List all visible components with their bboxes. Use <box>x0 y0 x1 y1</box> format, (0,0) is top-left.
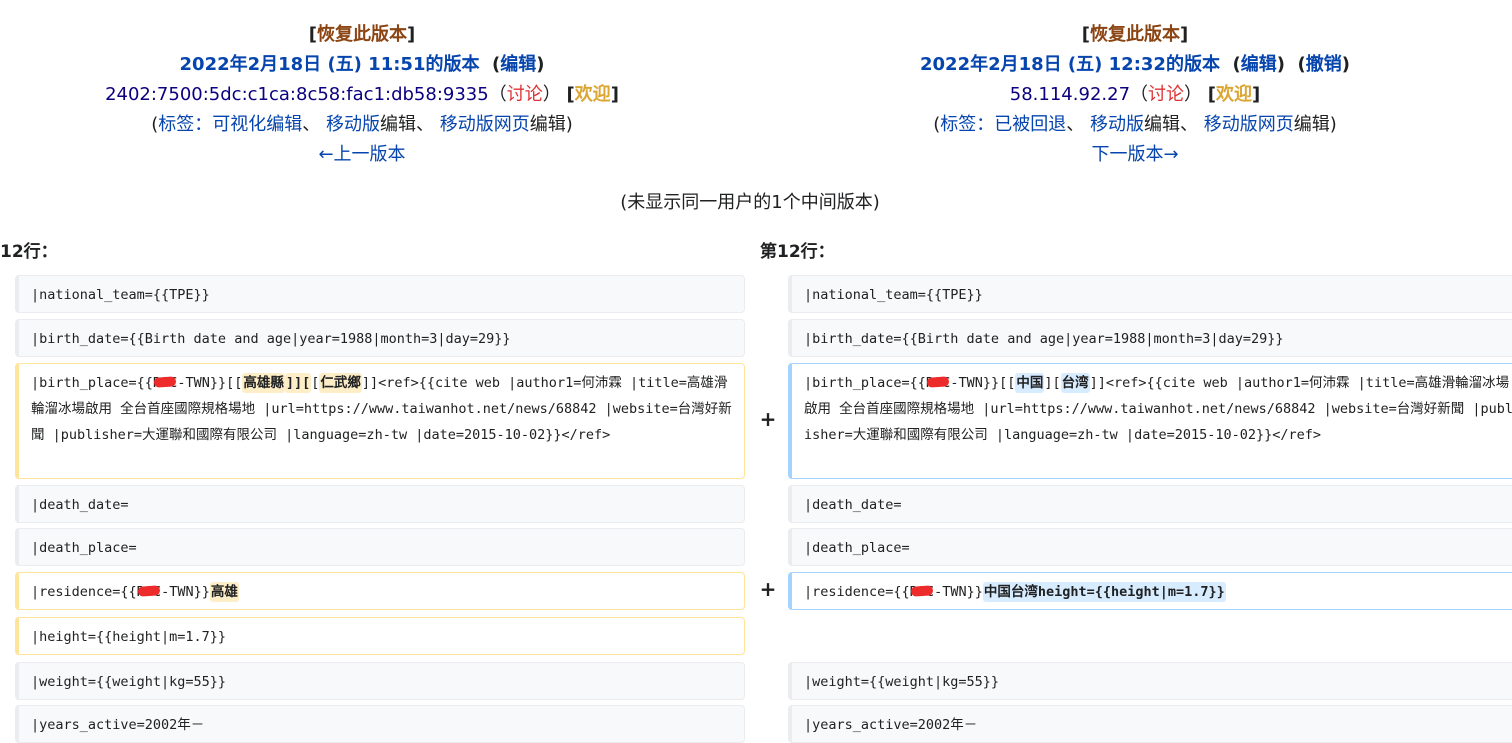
added-line-marker: + <box>759 577 777 601</box>
revision-title: 2022年2月18日 (五) 11:51的版本 (编辑) <box>179 54 545 75</box>
left-line-number: 第12行： <box>0 242 58 262</box>
tag-link[interactable]: 已被回退 <box>994 114 1066 135</box>
tag-suffix: 编辑 <box>529 114 566 135</box>
next-revision-link[interactable]: 下一版本→ <box>1091 144 1178 165</box>
left-diff-context-line: |weight={{weight|kg=55}} <box>15 662 745 700</box>
changed-text: 中国台湾height={{height|m=1.7}} <box>982 582 1226 602</box>
line-text: |national_team={{TPE}} <box>31 287 210 303</box>
right-diff-context-line: |death_place= <box>788 528 1512 566</box>
tag-link[interactable]: 移动版网页 <box>440 114 530 135</box>
line-text: |years_active=2002年－ <box>31 717 205 733</box>
changed-text: ]][ <box>284 373 312 393</box>
edit-link[interactable]: 编辑 <box>1241 54 1277 75</box>
revision-user-line: 58.114.92.27（讨论） [欢迎] <box>1009 84 1261 105</box>
changed-text: 高雄縣 <box>242 373 285 393</box>
line-text: -TWN}} <box>934 584 983 600</box>
redacted-text: ROC <box>153 370 177 396</box>
right-diff-context-line: |national_team={{TPE}} <box>788 275 1512 313</box>
revision-link[interactable]: 2022年2月18日 (五) 12:32的版本 <box>920 54 1220 75</box>
left-diff-deleted-line: |height={{height|m=1.7}} <box>15 617 745 655</box>
line-text: |birth_place={{ <box>31 375 153 391</box>
tag-link[interactable]: 移动版 <box>326 114 380 135</box>
previous-revision-link[interactable]: ←上一版本 <box>318 144 405 165</box>
right-diff-context-line: |years_active=2002年－ <box>788 705 1512 743</box>
line-text: -TWN}} <box>161 584 210 600</box>
user-link[interactable]: 58.114.92.27 <box>1010 84 1130 105</box>
talk-link[interactable]: 讨论 <box>507 84 543 105</box>
added-line-marker: + <box>759 407 777 431</box>
edit-link[interactable]: 编辑 <box>500 54 536 75</box>
line-text: |death_place= <box>31 540 137 556</box>
left-diff-context-line: |death_date= <box>15 485 745 523</box>
right-diff-context-line: |death_date= <box>788 485 1512 523</box>
line-text: |residence={{ <box>804 584 910 600</box>
line-text: |birth_date={{Birth date and age|year=19… <box>804 331 1284 347</box>
left-diff-context-line: |years_active=2002年－ <box>15 705 745 743</box>
line-text: |weight={{weight|kg=55}} <box>31 674 227 690</box>
restore-line: [恢复此版本] <box>308 24 416 45</box>
tags-line: (标签：可视化编辑、 移动版编辑、 移动版网页编辑) <box>151 114 573 135</box>
tag-suffix: 、 <box>1066 114 1090 135</box>
line-text: |national_team={{TPE}} <box>804 287 983 303</box>
revision-title: 2022年2月18日 (五) 12:32的版本 (编辑) (撤销) <box>920 54 1350 75</box>
tags-link[interactable]: 标签： <box>158 114 212 135</box>
welcome-link[interactable]: 欢迎 <box>575 84 611 105</box>
tag-link[interactable]: 可视化编辑 <box>212 114 302 135</box>
line-text: ][ <box>1044 375 1061 391</box>
line-text: -TWN}}[[ <box>177 375 243 391</box>
right-diff-context-line: |birth_date={{Birth date and age|year=19… <box>788 319 1512 357</box>
line-text: -TWN}}[[ <box>950 375 1016 391</box>
hidden-revisions-note: (未显示同一用户的1个中间版本) <box>620 192 880 213</box>
line-text: |years_active=2002年－ <box>804 717 978 733</box>
changed-text: 高雄 <box>209 582 239 602</box>
revision-link[interactable]: 2022年2月18日 (五) 11:51的版本 <box>180 54 480 75</box>
tag-link[interactable]: 移动版 <box>1090 114 1144 135</box>
tags-link[interactable]: 标签： <box>940 114 994 135</box>
left-diff-deleted-line: |birth_place={{ROC-TWN}}[[高雄縣]][[仁武鄉]]<r… <box>15 363 745 479</box>
right-line-number: 第12行： <box>760 242 835 262</box>
changed-text: 台湾 <box>1060 373 1090 393</box>
tag-suffix: 编辑 <box>1293 114 1330 135</box>
welcome-link[interactable]: 欢迎 <box>1216 84 1252 105</box>
changed-text: 中国 <box>1015 373 1045 393</box>
tag-link[interactable]: 移动版网页 <box>1204 114 1294 135</box>
left-diff-context-line: |national_team={{TPE}} <box>15 275 745 313</box>
redacted-text: ROC <box>910 579 934 605</box>
user-link[interactable]: 2402:7500:5dc:c1ca:8c58:fac1:db58:9335 <box>105 84 489 105</box>
right-revision-header: [恢复此版本] 2022年2月18日 (五) 12:32的版本 (编辑) (撤销… <box>765 20 1505 170</box>
redacted-text: ROC <box>926 370 950 396</box>
tag-suffix: 编辑、 <box>380 114 440 135</box>
line-text: |death_date= <box>804 497 902 513</box>
line-text: |death_place= <box>804 540 910 556</box>
restore-version-link[interactable]: 恢复此版本 <box>317 24 407 45</box>
redacted-text: ROC <box>137 579 161 605</box>
restore-version-link[interactable]: 恢复此版本 <box>1090 24 1180 45</box>
line-text: |height={{height|m=1.7}} <box>31 629 227 645</box>
left-diff-deleted-line: |residence={{ROC-TWN}}高雄 <box>15 572 745 610</box>
left-diff-context-line: |birth_date={{Birth date and age|year=19… <box>15 319 745 357</box>
left-revision-header: [恢复此版本] 2022年2月18日 (五) 11:51的版本 (编辑) 240… <box>0 20 732 170</box>
revision-user-line: 2402:7500:5dc:c1ca:8c58:fac1:db58:9335（讨… <box>105 84 619 105</box>
line-text: |residence={{ <box>31 584 137 600</box>
restore-line: [恢复此版本] <box>1081 24 1189 45</box>
tag-suffix: 编辑、 <box>1144 114 1204 135</box>
tag-suffix: 、 <box>302 114 326 135</box>
left-diff-context-line: |death_place= <box>15 528 745 566</box>
line-text: |birth_place={{ <box>804 375 926 391</box>
tags-line: (标签：已被回退、 移动版编辑、 移动版网页编辑) <box>933 114 1337 135</box>
changed-text: 仁武鄉 <box>319 373 362 393</box>
undo-link[interactable]: 撤销 <box>1306 54 1342 75</box>
line-text: |birth_date={{Birth date and age|year=19… <box>31 331 511 347</box>
right-diff-added-line: |birth_place={{ROC-TWN}}[[中国][台湾]]<ref>{… <box>788 363 1512 479</box>
right-diff-context-line: |weight={{weight|kg=55}} <box>788 662 1512 700</box>
talk-link[interactable]: 讨论 <box>1148 84 1184 105</box>
line-text: |weight={{weight|kg=55}} <box>804 674 1000 690</box>
line-text: |death_date= <box>31 497 129 513</box>
right-diff-added-line: |residence={{ROC-TWN}}中国台湾height={{heigh… <box>788 572 1512 610</box>
